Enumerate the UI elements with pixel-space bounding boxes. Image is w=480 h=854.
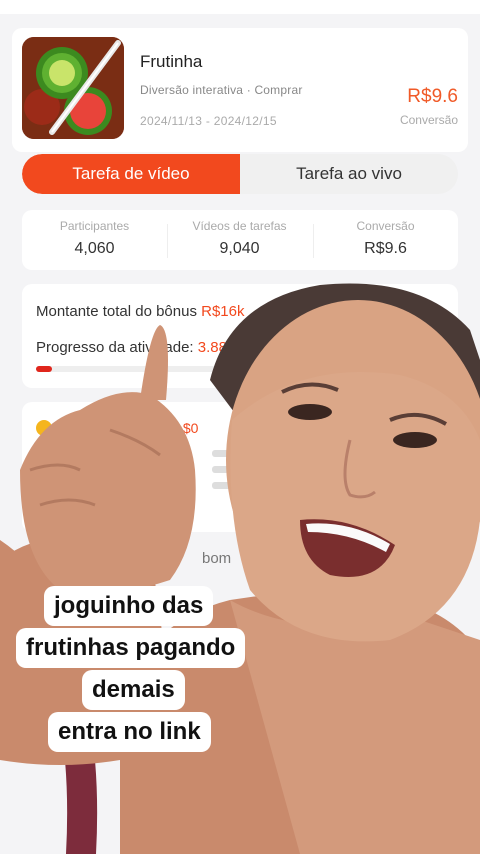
caption-line: entra no link <box>48 712 211 752</box>
caption-line: frutinhas pagando <box>16 628 246 668</box>
caption-line: demais <box>82 670 185 710</box>
caption-line: joguinho das <box>44 586 214 626</box>
